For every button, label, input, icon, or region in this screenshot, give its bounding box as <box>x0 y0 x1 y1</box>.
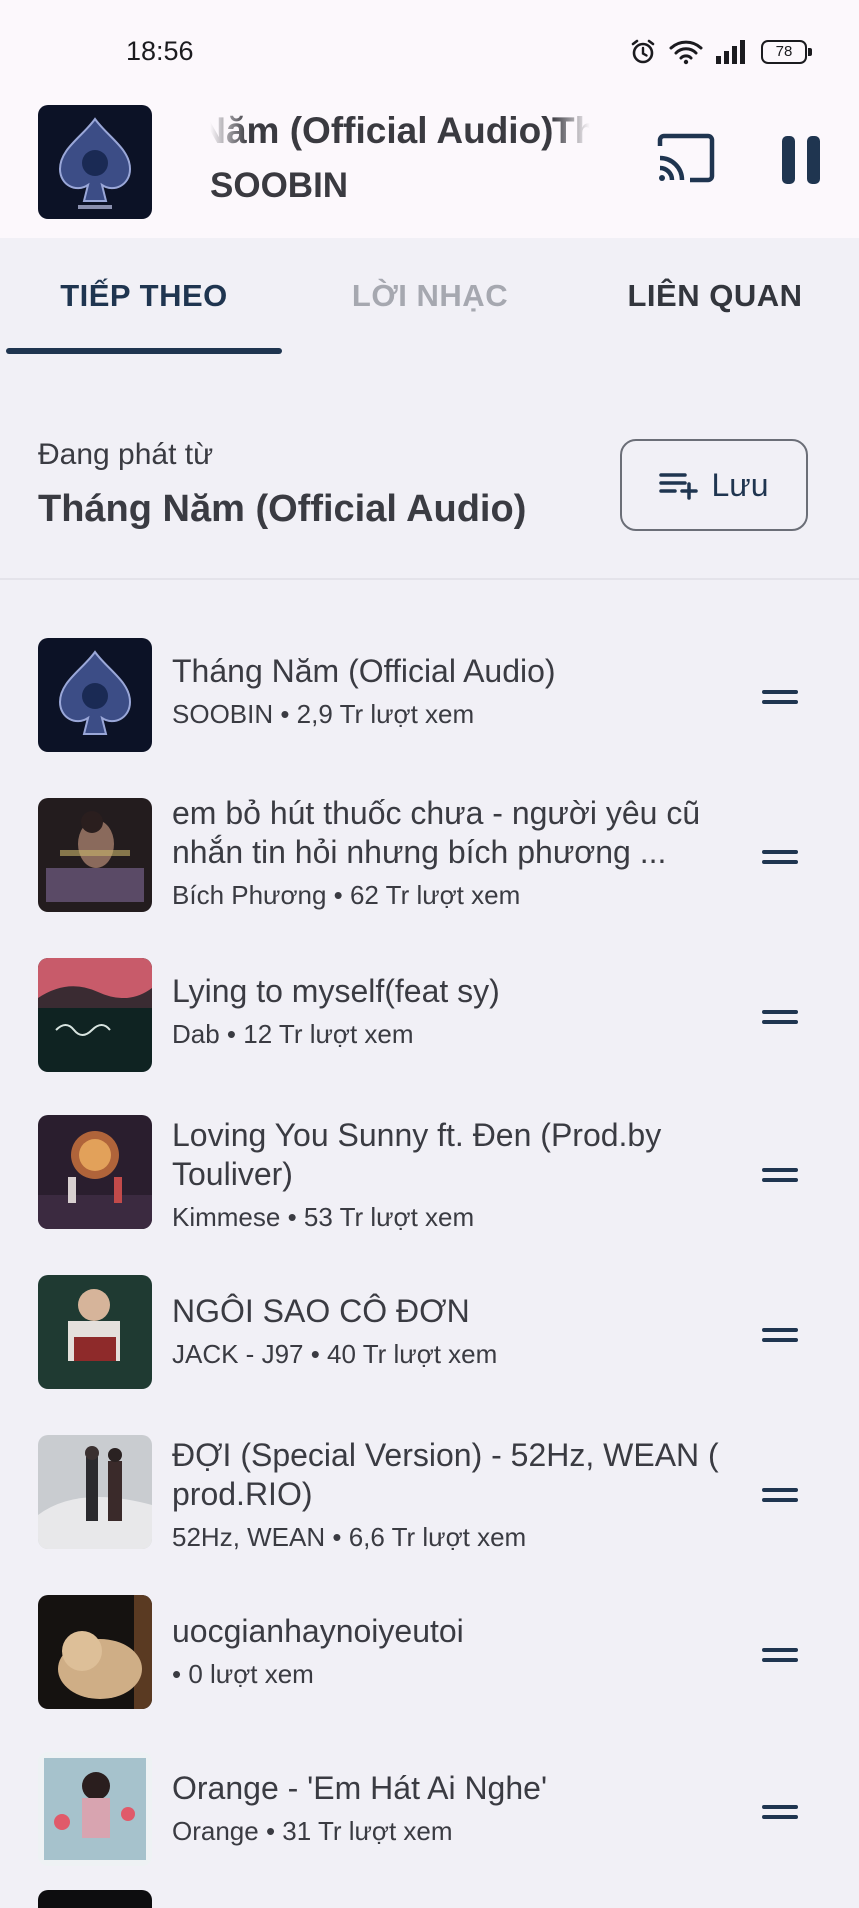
status-time: 18:56 <box>126 36 194 66</box>
queue-item-subtitle: Dab • 12 Tr lượt xem <box>172 1019 414 1049</box>
alarm-icon <box>631 39 655 64</box>
queue-item-thumbnail <box>38 1435 152 1549</box>
signal-icon <box>716 40 745 64</box>
now-playing-artist: SOOBIN <box>210 166 349 205</box>
drag-handle-icon[interactable] <box>762 687 798 707</box>
queue-item[interactable]: Orange - 'Em Hát Ai Nghe' Orange • 31 Tr… <box>0 1747 859 1907</box>
queue-item-subtitle: Orange • 31 Tr lượt xem <box>172 1816 453 1846</box>
queue-item-title: NGÔI SAO CÔ ĐƠN <box>172 1293 470 1329</box>
playlist-add-icon <box>659 473 699 500</box>
save-button-label: Lưu <box>711 466 769 503</box>
queue-item-title: em bỏ hút thuốc chưa - người yêu cũ nhắn… <box>172 795 701 870</box>
queue-item[interactable]: em bỏ hút thuốc chưa - người yêu cũ nhắn… <box>0 790 859 950</box>
queue-item[interactable]: ĐỢI (Special Version) - 52Hz, WEAN ( pro… <box>0 1430 859 1590</box>
tab-bar: TIẾP THEO LỜI NHẠC LIÊN QUAN <box>0 238 859 354</box>
queue-item-title: uocgianhaynoiyeutoi <box>172 1613 464 1649</box>
cast-icon <box>657 133 715 183</box>
divider <box>0 578 859 580</box>
status-bar: 18:56 78 <box>0 0 859 100</box>
playing-from-title: Tháng Năm (Official Audio) <box>38 488 527 530</box>
queue-item-subtitle: SOOBIN • 2,9 Tr lượt xem <box>172 699 475 729</box>
drag-handle-icon[interactable] <box>762 1325 798 1345</box>
playing-from-label: Đang phát từ <box>38 438 214 471</box>
battery-indicator: 78 <box>761 40 812 64</box>
queue-item-thumbnail <box>38 1595 152 1709</box>
tab-up-next[interactable]: TIẾP THEO <box>4 238 284 354</box>
mini-player[interactable]: Tháng Năm (Official Audio) Tháng Năm (Of… <box>0 100 859 238</box>
queue-item-subtitle: • 0 lượt xem <box>172 1659 314 1689</box>
queue-item-thumbnail <box>38 1752 152 1866</box>
queue-item-thumbnail <box>38 1115 152 1229</box>
queue-item-subtitle: Bích Phương • 62 Tr lượt xem <box>172 880 521 910</box>
queue-item-subtitle: 52Hz, WEAN • 6,6 Tr lượt xem <box>172 1522 527 1552</box>
queue-item-title: Loving You Sunny ft. Đen (Prod.by Touliv… <box>172 1117 662 1192</box>
queue-item-title: Tháng Năm (Official Audio) <box>172 653 556 689</box>
queue-item-thumbnail <box>38 1275 152 1389</box>
active-tab-indicator <box>6 348 282 354</box>
drag-handle-icon[interactable] <box>762 1165 798 1185</box>
queue-item[interactable]: NGÔI SAO CÔ ĐƠN JACK - J97 • 40 Tr lượt … <box>0 1270 859 1430</box>
pause-icon <box>782 136 820 184</box>
queue-item-thumbnail <box>38 638 152 752</box>
queue-item-subtitle: Kimmese • 53 Tr lượt xem <box>172 1202 475 1232</box>
queue-item-thumbnail <box>38 798 152 912</box>
queue-item-thumbnail <box>38 1890 152 1908</box>
queue-item[interactable]: Lying to myself(feat sy) Dab • 12 Tr lượ… <box>0 950 859 1110</box>
drag-handle-icon[interactable] <box>762 847 798 867</box>
queue-item[interactable]: Loving You Sunny ft. Đen (Prod.by Touliv… <box>0 1110 859 1270</box>
drag-handle-icon[interactable] <box>762 1645 798 1665</box>
drag-handle-icon[interactable] <box>762 1802 798 1822</box>
now-playing-title-marquee[interactable]: Tháng Năm (Official Audio) Tháng Năm (Of… <box>210 104 590 160</box>
drag-handle-icon[interactable] <box>762 1007 798 1027</box>
queue-item-title: Orange - 'Em Hát Ai Nghe' <box>172 1770 548 1806</box>
queue-item-title: Lying to myself(feat sy) <box>172 973 500 1009</box>
queue-item[interactable]: Tháng Năm (Official Audio) SOOBIN • 2,9 … <box>0 630 859 790</box>
tab-lyrics[interactable]: LỜI NHẠC <box>290 238 570 354</box>
pause-button[interactable] <box>776 132 828 188</box>
queue-item[interactable]: uocgianhaynoiyeutoi • 0 lượt xem <box>0 1590 859 1750</box>
cast-button[interactable] <box>656 132 716 184</box>
queue-item-partial[interactable] <box>0 1890 859 1908</box>
save-button[interactable]: Lưu <box>620 439 808 531</box>
status-icons: 78 <box>629 38 812 66</box>
now-playing-title: Tháng Năm (Official Audio) <box>210 110 554 151</box>
queue-item-title: ĐỢI (Special Version) - 52Hz, WEAN ( pro… <box>172 1437 719 1512</box>
wifi-icon <box>669 40 703 65</box>
queue-item-subtitle: JACK - J97 • 40 Tr lượt xem <box>172 1339 498 1369</box>
tab-related[interactable]: LIÊN QUAN <box>575 238 855 354</box>
queue-item-thumbnail <box>38 958 152 1072</box>
drag-handle-icon[interactable] <box>762 1485 798 1505</box>
now-playing-artwork[interactable] <box>38 105 152 219</box>
